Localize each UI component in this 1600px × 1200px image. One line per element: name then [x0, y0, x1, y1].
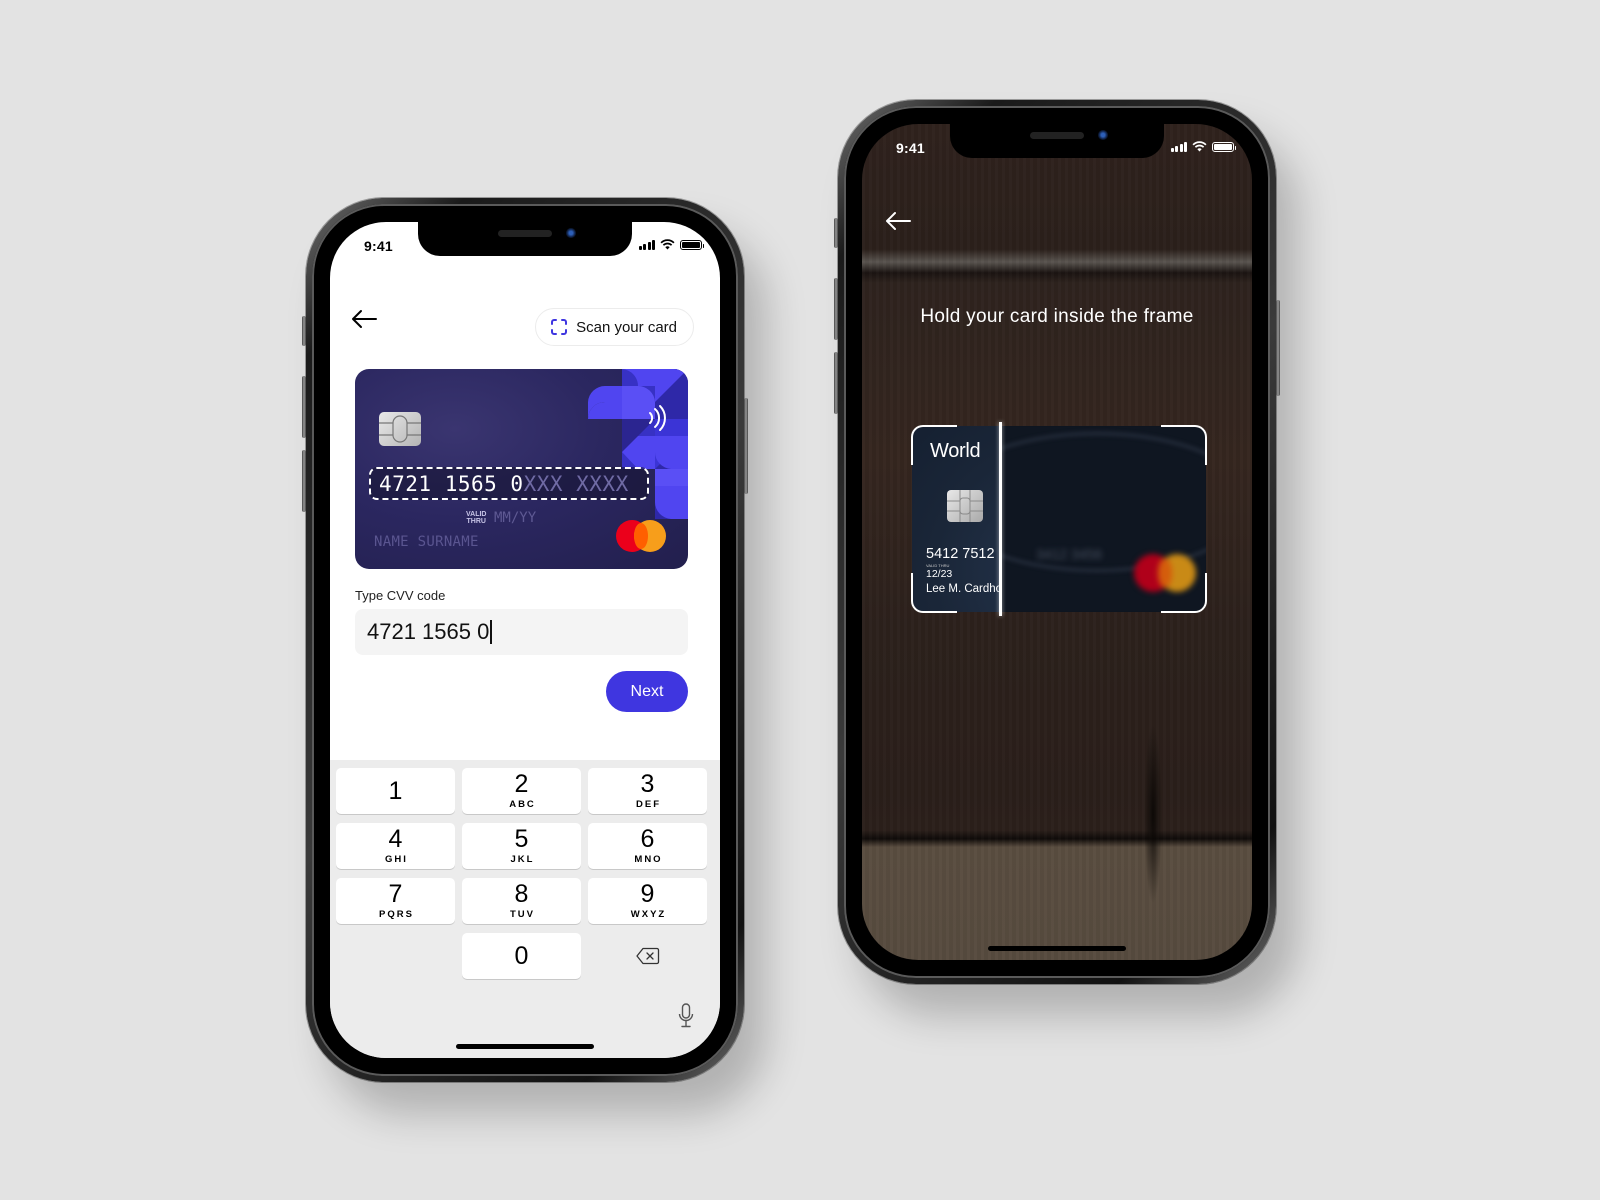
cellular-signal-icon: [638, 239, 655, 250]
key-digit: 2: [514, 770, 529, 798]
delete-key[interactable]: [588, 933, 707, 979]
power-button: [1276, 300, 1280, 396]
status-icons: [1170, 141, 1236, 152]
numeric-keypad: 1 2 ABC 3 DEF 4 GHI 5 JKL 6 MNO 7 PQRS 8 TUV 9W…: [330, 760, 720, 1058]
card-preview: 4721 1565 0 XXX XXXX VALID THRU MM/YY NAM…: [355, 369, 688, 569]
scan-card-button[interactable]: Scan your card: [535, 308, 694, 346]
battery-icon: [1212, 141, 1236, 152]
key-letters: PQRS: [379, 909, 414, 920]
key-4[interactable]: 4 GHI: [336, 823, 455, 869]
cvv-label: Type CVV code: [355, 588, 446, 603]
valid-label: VALID: [466, 511, 487, 518]
camera-feed-texture: [1144, 724, 1162, 904]
frame-corner-bottom-right: [1161, 573, 1207, 613]
card-number-visible: 5412 7512: [926, 546, 995, 562]
key-5[interactable]: 5 JKL: [462, 823, 581, 869]
scan-frame: World 5412 7512 3412 3456 VALID THRU 12/…: [911, 422, 1207, 616]
scan-progress-line: [999, 422, 1002, 616]
thru-label: THRU: [466, 518, 486, 525]
home-indicator[interactable]: [456, 1044, 594, 1049]
key-digit: 0: [514, 941, 529, 970]
valid-thru-label: VALID THRU: [466, 511, 486, 525]
wifi-icon: [660, 239, 675, 250]
card-name-placeholder: NAME SURNAME: [374, 534, 479, 550]
key-letters: JKL: [510, 854, 535, 865]
mute-switch: [834, 218, 838, 248]
volume-up-button: [302, 376, 306, 438]
text-caret: [490, 620, 493, 644]
status-bar: 9:41: [330, 222, 720, 266]
key-digit: 9: [640, 880, 655, 908]
key-blank: [336, 933, 455, 979]
status-bar: 9:41: [862, 124, 1252, 168]
phone-bezel: 9:41 Scan your card 4721 1565 0 XXX XXXX…: [312, 204, 738, 1076]
card-number-highlight: 4721 1565 0 XXX XXXX: [369, 467, 649, 500]
card-number-blurred: 3412 3456: [1036, 546, 1103, 562]
key-digit: 5: [514, 825, 529, 853]
chip-icon: [379, 412, 421, 446]
key-letters: WXYZ: [630, 909, 667, 920]
key-8[interactable]: 8 TUV: [462, 878, 581, 924]
phone-card-entry: 9:41 Scan your card 4721 1565 0 XXX XXXX…: [302, 198, 748, 1082]
key-letters: MNO: [634, 854, 663, 865]
scan-instruction: Hold your card inside the frame: [920, 306, 1194, 327]
screen-camera-scanner: 9:41 Hold your card inside the frame Wor…: [862, 124, 1252, 960]
key-1[interactable]: 1: [336, 768, 455, 814]
card-number-mask: XXX XXXX: [523, 471, 629, 496]
power-button: [744, 398, 748, 494]
status-time: 9:41: [364, 238, 393, 254]
status-time: 9:41: [896, 140, 925, 156]
contactless-icon: [649, 405, 666, 431]
cvv-input[interactable]: 4721 1565 0: [355, 609, 688, 655]
chip-icon: [947, 490, 983, 522]
key-digit: 4: [388, 825, 403, 853]
volume-down-button: [302, 450, 306, 512]
key-9[interactable]: 9 WXYZ: [588, 878, 707, 924]
volume-up-button: [834, 278, 838, 340]
key-letters: DEF: [636, 799, 661, 810]
next-button[interactable]: Next: [606, 671, 688, 712]
key-7[interactable]: 7 PQRS: [336, 878, 455, 924]
keypad-grid: 1 2 ABC 3 DEF 4 GHI 5 JKL 6 MNO 7 PQRS 8 TUV 9W…: [336, 768, 708, 979]
key-2[interactable]: 2 ABC: [462, 768, 581, 814]
back-button[interactable]: [884, 210, 914, 234]
key-3[interactable]: 3 DEF: [588, 768, 707, 814]
battery-icon: [680, 239, 704, 250]
home-indicator[interactable]: [988, 946, 1126, 951]
screen-card-entry: 9:41 Scan your card 4721 1565 0 XXX XXXX…: [330, 222, 720, 1058]
key-letters: GHI: [385, 854, 408, 865]
volume-down-button: [834, 352, 838, 414]
key-digit: 6: [640, 825, 655, 853]
scan-frame-icon: [551, 319, 568, 335]
key-digit: 1: [388, 776, 403, 805]
key-letters: ABC: [509, 799, 536, 810]
card-expiry-placeholder: MM/YY: [494, 510, 537, 526]
key-6[interactable]: 6 MNO: [588, 823, 707, 869]
phone-bezel: 9:41 Hold your card inside the frame Wor…: [844, 106, 1270, 978]
mute-switch: [302, 316, 306, 346]
arrow-left-icon: [352, 310, 377, 328]
microphone-icon: [678, 1003, 694, 1028]
cvv-input-value: 4721 1565 0: [367, 619, 490, 644]
card-number-typed: 4721 1565 0: [379, 471, 524, 496]
frame-corner-top-left: [911, 425, 957, 465]
dictation-button[interactable]: [678, 1003, 694, 1034]
back-button[interactable]: [350, 308, 380, 332]
frame-corner-top-right: [1161, 425, 1207, 465]
phone-card-scanner: 9:41 Hold your card inside the frame Wor…: [834, 100, 1280, 984]
cellular-signal-icon: [1170, 141, 1187, 152]
arrow-left-icon: [886, 212, 911, 230]
key-letters: TUV: [510, 909, 535, 920]
key-digit: 7: [388, 880, 403, 908]
wifi-icon: [1192, 141, 1207, 152]
status-icons: [638, 239, 704, 250]
key-digit: 3: [640, 770, 655, 798]
scan-card-label: Scan your card: [576, 318, 677, 336]
frame-corner-bottom-left: [911, 573, 957, 613]
backspace-icon: [635, 947, 659, 965]
key-digit: 8: [514, 880, 529, 908]
mastercard-logo-icon: [616, 520, 668, 552]
key-0[interactable]: 0: [462, 933, 581, 979]
